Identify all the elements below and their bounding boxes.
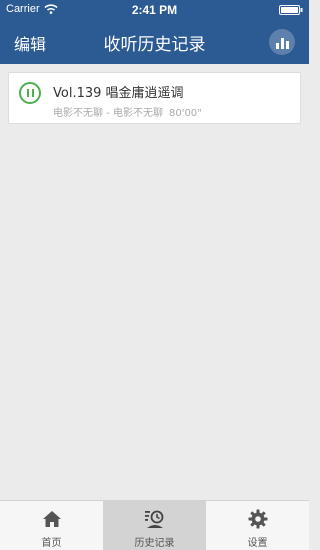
episode-source: 电影不无聊 - 电影不无聊 — [53, 108, 163, 119]
page-title: 收听历史记录 — [103, 35, 206, 55]
tab-label: 首页 — [41, 538, 62, 549]
pause-button[interactable] — [19, 82, 41, 104]
app-screen: Carrier 2:41 PM 编辑 收听历史记录 Vol.139 唱金庸逍遥调… — [0, 0, 309, 550]
history-icon — [144, 510, 163, 528]
battery-icon — [279, 5, 303, 15]
tab-bar: 首页 历史记录 设置 — [0, 500, 309, 550]
stats-button[interactable] — [269, 29, 295, 55]
header: Carrier 2:41 PM 编辑 收听历史记录 — [0, 0, 309, 64]
tab-settings[interactable]: 设置 — [206, 501, 309, 550]
episode-duration: 80'00" — [168, 108, 202, 119]
list-item[interactable]: Vol.139 唱金庸逍遥调 电影不无聊 - 电影不无聊 80'00" — [8, 72, 301, 124]
gear-icon — [248, 509, 267, 529]
home-icon — [42, 511, 61, 527]
bar-chart-icon — [275, 43, 279, 49]
pause-icon — [31, 89, 34, 97]
episode-title: Vol.139 唱金庸逍遥调 — [53, 86, 184, 101]
bar-chart-icon — [285, 41, 289, 49]
status-bar: Carrier 2:41 PM — [0, 0, 309, 20]
tab-label: 设置 — [247, 538, 268, 549]
tab-history[interactable]: 历史记录 — [103, 501, 206, 550]
tab-label: 历史记录 — [134, 538, 175, 549]
pause-icon — [26, 89, 29, 97]
tab-home[interactable]: 首页 — [0, 501, 103, 550]
nav-bar: 编辑 收听历史记录 — [0, 20, 309, 64]
status-time: 2:41 PM — [131, 3, 178, 17]
bar-chart-icon — [280, 38, 284, 49]
episode-meta: 电影不无聊 - 电影不无聊 80'00" — [53, 104, 202, 119]
